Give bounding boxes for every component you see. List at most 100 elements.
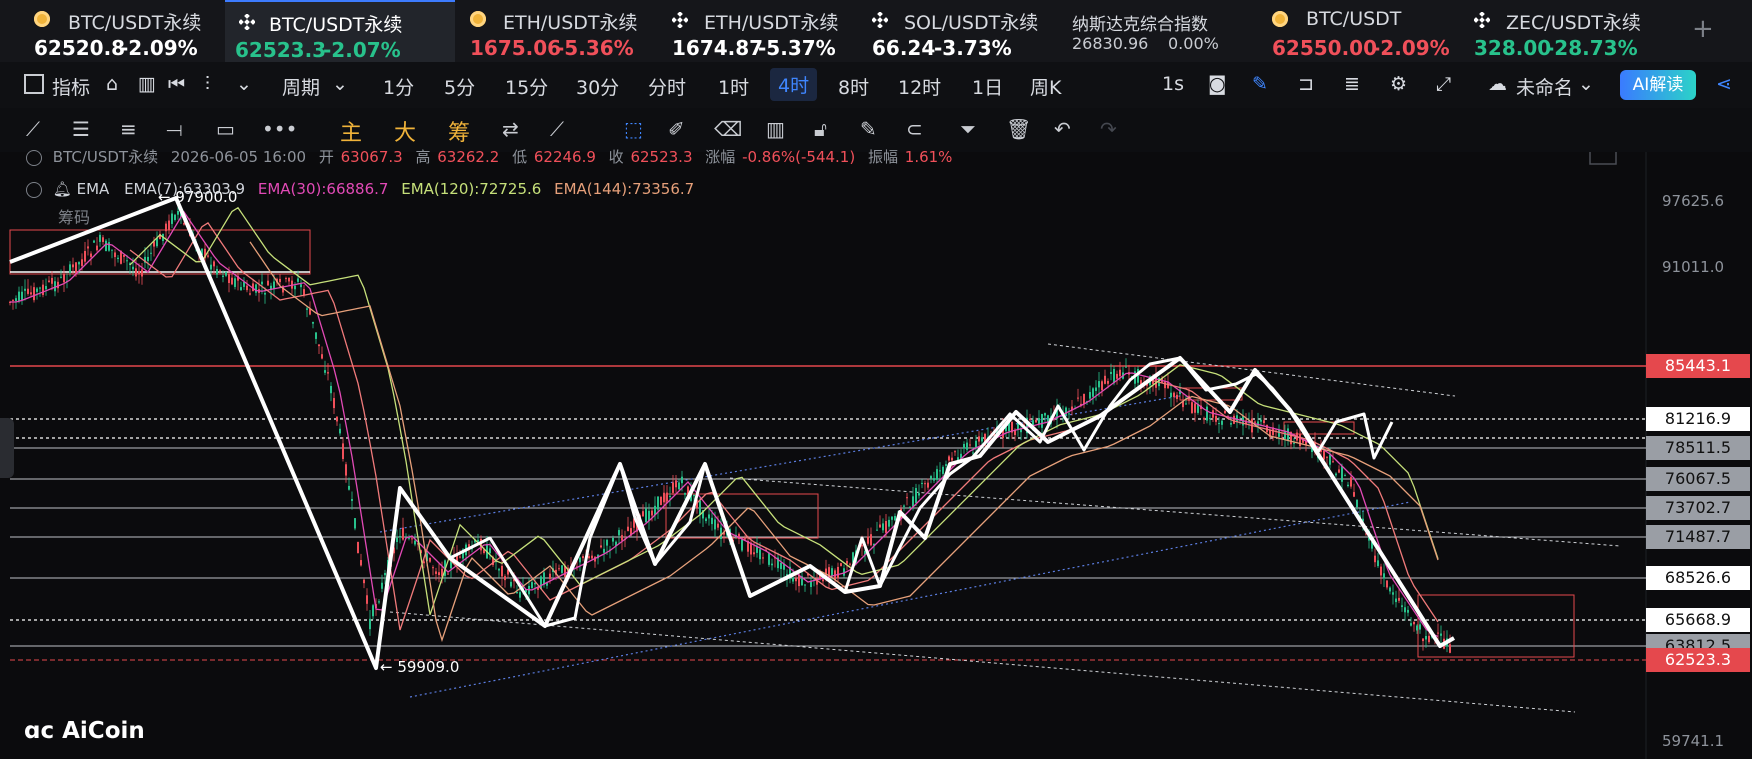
measure-icon[interactable]: ✐ xyxy=(668,117,685,141)
low-label: 低 xyxy=(512,148,528,166)
ruler-tool-icon[interactable]: ⟋ xyxy=(550,117,564,141)
price-tag-71487[interactable]: 71487.7 xyxy=(1646,525,1750,549)
chevron-down-icon[interactable]: ⌄ xyxy=(1578,73,1594,95)
undo-icon[interactable]: ↶ xyxy=(1054,117,1071,141)
candle-body xyxy=(933,478,935,481)
lock-icon[interactable]: 🔓︎ xyxy=(814,117,827,141)
interval-30m[interactable]: 30分 xyxy=(576,73,619,100)
trash-icon[interactable]: 🗑︎ xyxy=(1006,117,1031,141)
price-tag-73702[interactable]: 73702.7 xyxy=(1646,496,1750,520)
candle-body xyxy=(1215,416,1217,422)
redo-icon[interactable]: ↷ xyxy=(1100,117,1117,141)
candle-type-icon[interactable]: ⫶ xyxy=(205,73,210,95)
interval-timeshare[interactable]: 分时 xyxy=(648,73,686,100)
price-tag-81216[interactable]: 81216.9 xyxy=(1646,407,1750,431)
comment-icon[interactable]: ⊐ xyxy=(1298,73,1314,95)
candle-body xyxy=(1428,635,1430,643)
candle-body xyxy=(489,548,491,554)
candle-body xyxy=(324,370,326,373)
fib-icon[interactable]: ≡ xyxy=(120,117,137,141)
price-tag-68526[interactable]: 68526.6 xyxy=(1646,566,1750,590)
bell-icon[interactable]: 🔔︎ xyxy=(53,180,72,198)
fullscreen-icon[interactable]: ⤢ xyxy=(1436,73,1451,95)
price-tag-current[interactable]: 62523.3 xyxy=(1646,648,1750,672)
chevron-down-icon[interactable]: ⌄ xyxy=(332,73,348,95)
ema-title[interactable]: EMA xyxy=(77,180,110,198)
interval-1h[interactable]: 1时 xyxy=(718,73,749,100)
parallel-channel-icon[interactable]: ☰ xyxy=(72,117,90,141)
ticker-tab-zec-perp[interactable]: ZEC/USDT永续 328.00 -28.73% xyxy=(1473,0,1674,62)
candle-body xyxy=(210,264,212,270)
more-tools-icon[interactable]: ••• xyxy=(262,117,297,141)
interval-5m[interactable]: 5分 xyxy=(444,73,475,100)
template-icon[interactable]: ⌂ xyxy=(106,73,118,95)
main-chip-toggle[interactable]: 主 xyxy=(340,115,362,147)
ticker-tab-btc-perp[interactable]: BTC/USDT永续 62520.8 -2.09% xyxy=(0,0,201,62)
candle-body xyxy=(78,262,80,265)
interval-week[interactable]: 周K xyxy=(1030,73,1061,100)
candle-body xyxy=(1185,403,1187,405)
side-panel-handle[interactable] xyxy=(0,418,14,478)
collapse-icon[interactable] xyxy=(26,149,42,166)
period-dropdown[interactable]: 周期 xyxy=(282,73,320,100)
candle-body xyxy=(948,456,950,461)
interval-4h[interactable]: 4时 xyxy=(770,68,818,101)
filter-icon[interactable]: ⏷ xyxy=(960,117,976,141)
candle-body xyxy=(378,601,380,603)
chips-toggle[interactable]: 筹 xyxy=(448,115,470,147)
chevron-down-icon[interactable]: ⌄ xyxy=(236,73,252,95)
second-interval[interactable]: 1s xyxy=(1162,73,1184,95)
ticker-tab-btc-perp-binance[interactable]: BTC/USDT永续 62523.3 -2.07% xyxy=(225,0,455,62)
price-tag-78511[interactable]: 78511.5 xyxy=(1646,436,1750,460)
chart-canvas[interactable]: ← 97900.0 ← 59909.0 xyxy=(0,152,1752,759)
candles-icon[interactable]: ▥ xyxy=(766,117,785,141)
collapse-icon[interactable] xyxy=(26,181,42,198)
price-tag-85443[interactable]: 85443.1 xyxy=(1646,354,1750,378)
swap-icon[interactable]: ⇄ xyxy=(502,117,519,141)
ticker-tab-sol-perp[interactable]: SOL/USDT永续 66.24 -3.73% xyxy=(871,0,1062,62)
edit-icon[interactable]: ✎ xyxy=(860,117,877,141)
share-icon[interactable]: ⋖ xyxy=(1716,73,1732,95)
price-chart[interactable]: ← 97900.0 ← 59909.0 BTC/USDT永续 2026-06-0… xyxy=(0,148,1752,759)
candle-body xyxy=(69,264,71,273)
indicator-button[interactable]: 指标 xyxy=(52,73,90,100)
select-tool-icon[interactable]: ⬚ xyxy=(624,117,643,141)
ticker-tab-nasdaq[interactable]: 纳斯达克综合指数 26830.96 0.00% xyxy=(1072,0,1252,62)
pen-icon[interactable]: ✎ xyxy=(1252,73,1268,95)
interval-1m[interactable]: 1分 xyxy=(383,73,414,100)
camera-icon[interactable]: ◙ xyxy=(1208,73,1226,95)
interval-8h[interactable]: 8时 xyxy=(838,73,869,100)
candle-body xyxy=(669,495,671,497)
magnet-icon[interactable]: ⊂ xyxy=(906,117,923,141)
candle-body xyxy=(1350,477,1352,487)
interval-1d[interactable]: 1日 xyxy=(972,73,1003,100)
ticker-tab-btc-spot[interactable]: BTC/USDT 62550.00 -2.09% xyxy=(1272,0,1462,62)
add-ticker-icon[interactable]: + xyxy=(1692,14,1714,44)
trend-line-icon[interactable]: ⟋ xyxy=(26,117,40,141)
expand-chart-icon[interactable] xyxy=(1589,152,1617,165)
list-icon[interactable]: ≣ xyxy=(1344,73,1360,95)
layout-icon[interactable]: ▥ xyxy=(138,73,156,95)
candle-body xyxy=(762,557,764,559)
candle-body xyxy=(315,332,317,339)
replay-icon[interactable]: ⏮ xyxy=(168,73,185,95)
settings-icon[interactable]: ⚙ xyxy=(1390,73,1407,95)
candle-body xyxy=(1107,380,1109,384)
ai-analysis-button[interactable]: AI解读 xyxy=(1620,70,1696,100)
ticker-price: 62520.8 xyxy=(34,36,126,60)
big-chip-toggle[interactable]: 大 xyxy=(394,115,416,147)
ticker-tab-eth-perp[interactable]: ETH/USDT永续 1675.06 -5.36% xyxy=(470,0,660,62)
eraser-icon[interactable]: ⌫ xyxy=(714,117,742,141)
candle-body xyxy=(912,496,914,507)
layout-name-dropdown[interactable]: 未命名 xyxy=(1516,73,1573,100)
candle-body xyxy=(36,288,38,292)
interval-15m[interactable]: 15分 xyxy=(505,73,548,100)
rectangle-icon[interactable]: ▭ xyxy=(216,117,235,141)
price-tag-76067[interactable]: 76067.5 xyxy=(1646,467,1750,491)
ticker-tab-eth-perp-binance[interactable]: ETH/USDT永续 1674.87 -5.37% xyxy=(671,0,862,62)
interval-12h[interactable]: 12时 xyxy=(898,73,941,100)
ticker-name: ETH/USDT永续 xyxy=(503,12,638,34)
horizontal-line-icon[interactable]: ⟞ xyxy=(166,117,183,141)
ticker-name: 纳斯达克综合指数 xyxy=(1072,15,1208,35)
price-tag-65668[interactable]: 65668.9 xyxy=(1646,608,1750,632)
